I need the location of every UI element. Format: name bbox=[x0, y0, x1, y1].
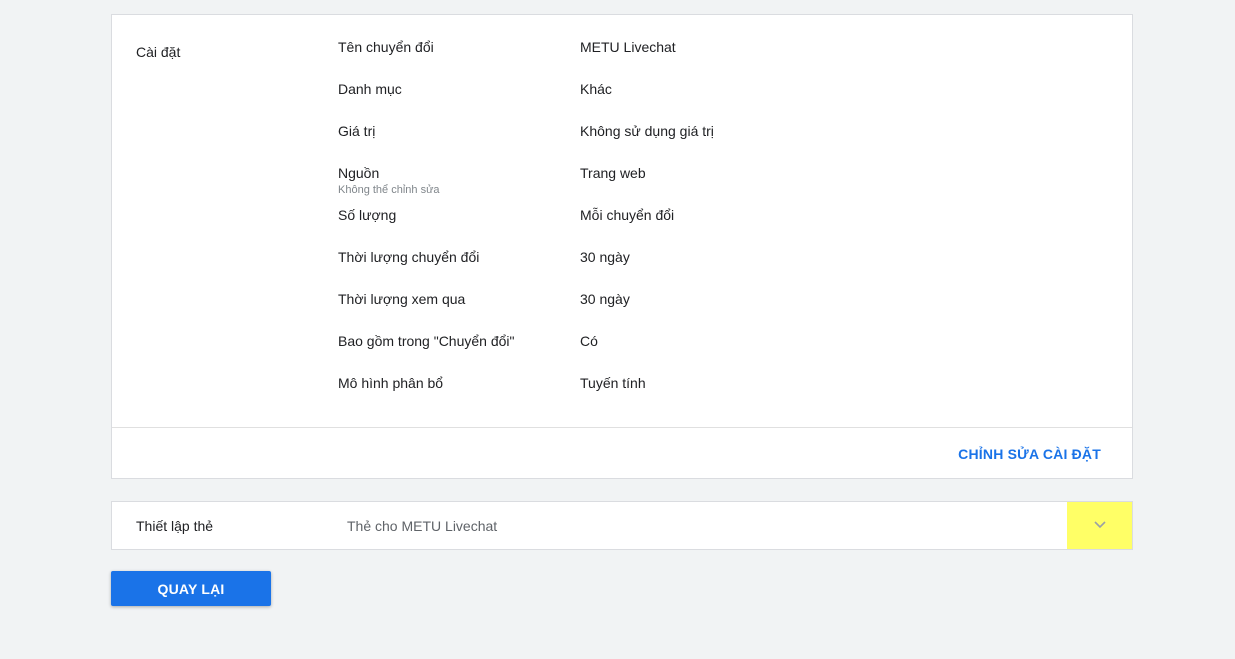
section-title: Cài đặt bbox=[136, 44, 181, 60]
setting-value: Khác bbox=[580, 81, 612, 97]
setting-row-view-through-window: Thời lượng xem qua 30 ngày bbox=[338, 290, 1038, 332]
setting-row-include-in-conversions: Bao gồm trong "Chuyển đổi" Có bbox=[338, 332, 1038, 374]
tag-setup-label: Thiết lập thẻ bbox=[136, 518, 214, 534]
setting-label: Bao gồm trong "Chuyển đổi" bbox=[338, 333, 515, 349]
setting-label: Tên chuyển đổi bbox=[338, 39, 434, 55]
edit-settings-button[interactable]: CHỈNH SỬA CÀI ĐẶT bbox=[958, 446, 1101, 462]
setting-value: 30 ngày bbox=[580, 291, 630, 307]
setting-value: Tuyến tính bbox=[580, 375, 646, 391]
setting-label: Số lượng bbox=[338, 207, 397, 223]
settings-list: Tên chuyển đổi METU Livechat Danh mục Kh… bbox=[338, 38, 1038, 416]
conversion-settings-card: Cài đặt Tên chuyển đổi METU Livechat Dan… bbox=[111, 14, 1133, 479]
setting-value: Không sử dụng giá trị bbox=[580, 123, 714, 139]
setting-label: Danh mục bbox=[338, 81, 402, 97]
setting-label: Thời lượng xem qua bbox=[338, 291, 466, 307]
setting-row-count: Số lượng Mỗi chuyển đổi bbox=[338, 206, 1038, 248]
setting-row-value: Giá trị Không sử dụng giá trị bbox=[338, 122, 1038, 164]
setting-label: Nguồn bbox=[338, 165, 380, 181]
setting-value: 30 ngày bbox=[580, 249, 630, 265]
setting-label: Thời lượng chuyển đổi bbox=[338, 249, 480, 265]
setting-label: Mô hình phân bổ bbox=[338, 375, 444, 391]
setting-row-source: Nguồn Không thể chỉnh sửa Trang web bbox=[338, 164, 1038, 206]
tag-setup-value: Thẻ cho METU Livechat bbox=[347, 518, 498, 534]
setting-value: Có bbox=[580, 333, 598, 349]
setting-row-conversion-window: Thời lượng chuyển đổi 30 ngày bbox=[338, 248, 1038, 290]
setting-row-category: Danh mục Khác bbox=[338, 80, 1038, 122]
setting-row-attribution-model: Mô hình phân bổ Tuyến tính bbox=[338, 374, 1038, 416]
tag-setup-card[interactable]: Thiết lập thẻ Thẻ cho METU Livechat bbox=[111, 501, 1133, 550]
setting-note: Không thể chỉnh sửa bbox=[338, 184, 440, 196]
setting-label: Giá trị bbox=[338, 123, 376, 139]
chevron-down-icon bbox=[1093, 517, 1107, 535]
setting-row-conversion-name: Tên chuyển đổi METU Livechat bbox=[338, 38, 1038, 80]
back-button[interactable]: QUAY LẠI bbox=[111, 571, 271, 606]
setting-value: METU Livechat bbox=[580, 39, 676, 55]
setting-value: Mỗi chuyển đổi bbox=[580, 207, 675, 223]
setting-value: Trang web bbox=[580, 165, 646, 181]
expand-tag-setup-button[interactable] bbox=[1067, 502, 1132, 549]
card-divider bbox=[112, 427, 1132, 428]
